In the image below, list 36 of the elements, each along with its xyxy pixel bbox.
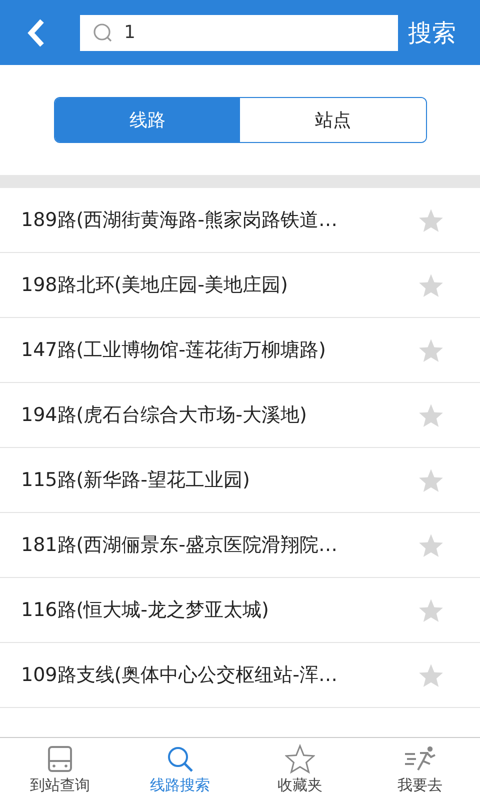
star-icon[interactable] <box>418 272 444 298</box>
route-name: 194路(虎石台综合大市场-大溪地) <box>21 403 307 428</box>
route-row[interactable]: 198路北环(美地庄园-美地庄园) <box>0 253 480 318</box>
route-row[interactable]: 194路(虎石台综合大市场-大溪地) <box>0 383 480 448</box>
search-icon <box>92 22 114 44</box>
route-row[interactable]: 115路(新华路-望花工业园) <box>0 448 480 513</box>
route-row[interactable]: 181路(西湖俪景东-盛京医院滑翔院… <box>0 513 480 578</box>
tab-item[interactable]: 我要去 <box>360 738 480 800</box>
tab-item[interactable]: 线路搜索 <box>120 738 240 800</box>
route-row[interactable]: 116路(恒大城-龙之梦亚太城) <box>0 578 480 643</box>
star-icon[interactable] <box>418 402 444 428</box>
star-icon[interactable] <box>418 468 444 492</box>
back-icon[interactable] <box>26 18 46 48</box>
star-icon <box>285 744 315 774</box>
bus-icon <box>45 744 75 774</box>
star-icon[interactable] <box>418 208 444 232</box>
search-field[interactable]: 1 <box>80 14 398 50</box>
route-name: 198路北环(美地庄园-美地庄园) <box>21 273 288 298</box>
route-name: 116路(恒大城-龙之梦亚太城) <box>21 598 269 623</box>
route-row[interactable]: 109路支线(奥体中心公交枢纽站-浑… <box>0 643 480 708</box>
running-person-icon <box>403 744 437 774</box>
star-icon[interactable] <box>418 598 444 622</box>
route-row[interactable]: 189路(西湖街黄海路-熊家岗路铁道… <box>0 188 480 253</box>
route-name: 147路(工业博物馆-莲花街万柳塘路) <box>21 338 326 363</box>
star-icon[interactable] <box>418 338 444 362</box>
segment-tab[interactable]: 线路 <box>54 98 240 142</box>
tab-item[interactable]: 到站查询 <box>0 738 120 800</box>
tab-item[interactable]: 收藏夹 <box>240 738 360 800</box>
route-name: 109路支线(奥体中心公交枢纽站-浑… <box>21 663 338 688</box>
star-icon[interactable] <box>418 662 444 688</box>
route-name: 181路(西湖俪景东-盛京医院滑翔院… <box>21 533 338 558</box>
route-row[interactable]: 147路(工业博物馆-莲花街万柳塘路) <box>0 318 480 383</box>
route-name: 115路(新华路-望花工业园) <box>21 468 250 493</box>
route-name: 189路(西湖街黄海路-熊家岗路铁道… <box>21 208 338 233</box>
star-icon[interactable] <box>418 532 444 558</box>
search-button[interactable]: 搜索 <box>408 16 456 48</box>
